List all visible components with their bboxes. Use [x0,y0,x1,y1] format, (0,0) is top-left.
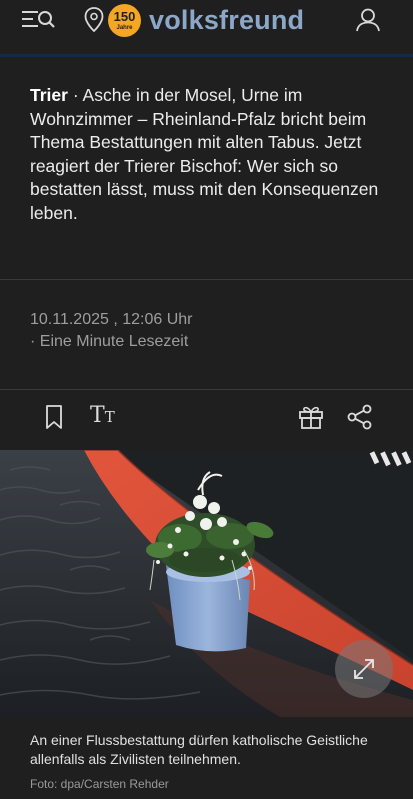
text-size-large: T [90,403,105,428]
article-meta: 10.11.2025 , 12:06 Uhr · Eine Minute Les… [30,309,193,353]
photo-credit: Foto: dpa/Carsten Rehder [30,777,169,791]
bookmark-icon[interactable] [45,404,63,430]
text-size-icon[interactable]: TT [90,403,115,428]
brand-logo[interactable]: volksfreund [149,5,304,36]
share-icon[interactable] [347,404,373,430]
divider [0,279,413,280]
image-caption: An einer Flussbestattung dürfen katholis… [30,732,368,767]
menu-search-icon[interactable] [22,9,56,31]
account-icon[interactable] [355,8,381,32]
badge-number: 150 [113,9,136,24]
article-lead: Trier · Asche in der Mosel, Urne im Wohn… [30,84,390,225]
badge-sub: Jahre [116,25,133,31]
site-header: 150 Jahre volksfreund [0,0,413,42]
publish-date: 10.11.2025 , 12:06 Uhr [30,311,193,328]
expand-image-button[interactable] [335,640,393,698]
location-pin-icon[interactable] [84,7,104,33]
topic-label[interactable]: Trier [30,85,68,105]
action-bar: TT [0,390,413,446]
reading-time: · Eine Minute Lesezeit [30,333,189,350]
topic-separator: · [67,85,83,105]
header-divider [0,54,413,57]
expand-icon [354,659,374,679]
lead-text: Asche in der Mosel, Urne im Wohnzimmer –… [30,85,379,223]
text-size-small: T [104,408,115,426]
gift-icon[interactable] [298,404,324,430]
anniversary-badge: 150 Jahre [108,4,141,37]
